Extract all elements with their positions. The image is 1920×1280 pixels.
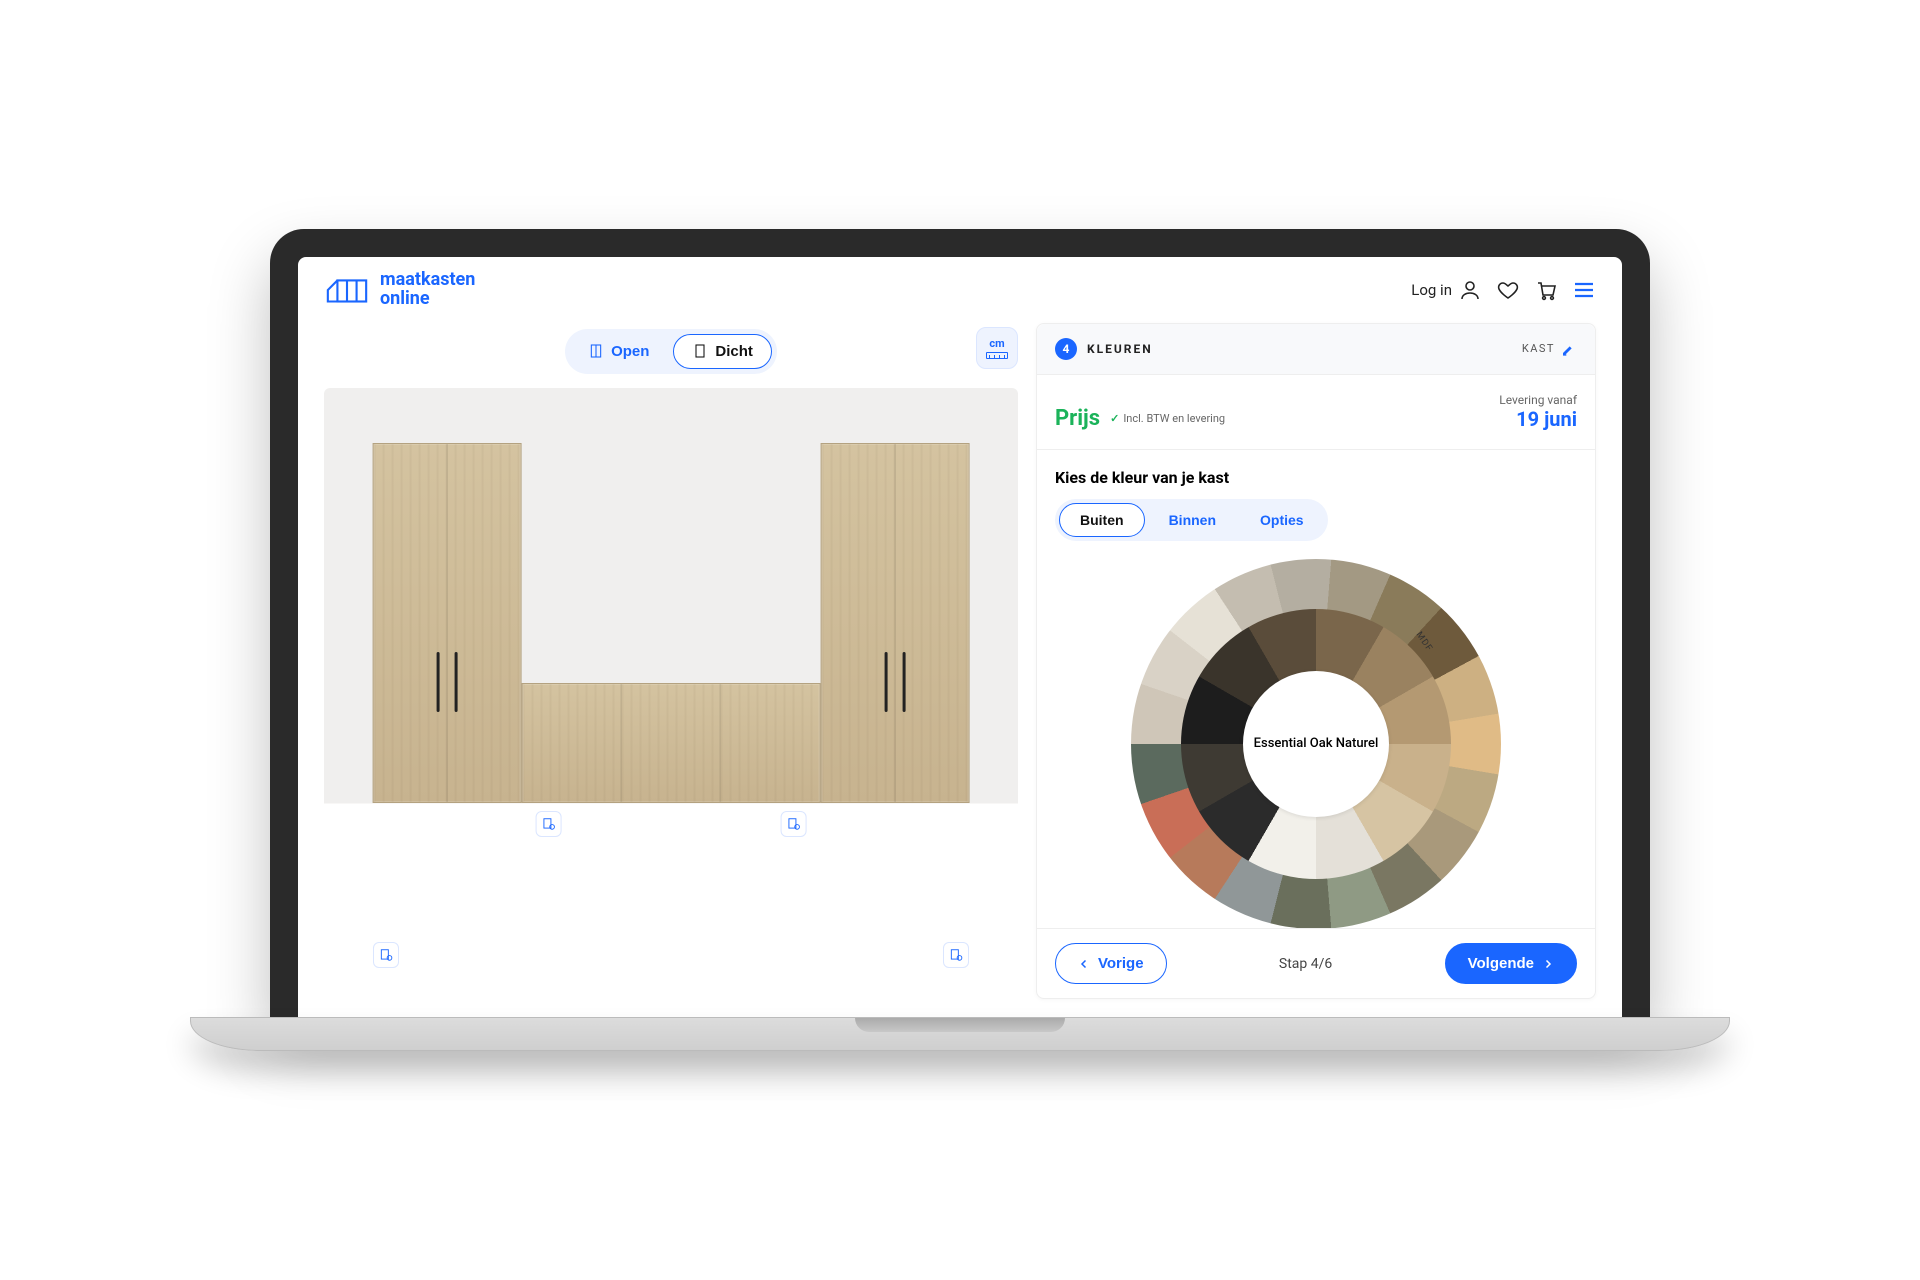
view-open-label: Open [611, 343, 649, 360]
prev-button[interactable]: Vorige [1055, 943, 1167, 984]
viewer-toolbar: Open Dicht cm [324, 323, 1018, 388]
sidebar-header: 4 KLEUREN KAST [1037, 324, 1595, 375]
color-subtabs: Buiten Binnen Opties [1055, 499, 1328, 541]
wardrobe-right-tower [820, 443, 969, 803]
door-closed-icon [692, 343, 708, 359]
note-icon [949, 948, 963, 962]
next-label: Volgende [1468, 955, 1534, 972]
wardrobe-model [373, 443, 970, 803]
viewer-panel: Open Dicht cm [324, 323, 1018, 999]
chevron-right-icon [1542, 958, 1554, 970]
step-label: KLEUREN [1087, 342, 1153, 356]
cart-button[interactable] [1534, 278, 1558, 302]
edit-kast-label: KAST [1522, 342, 1555, 355]
view-closed-button[interactable]: Dicht [673, 334, 772, 369]
sidebar-footer: Vorige Stap 4/6 Volgende [1037, 928, 1595, 998]
body-title: Kies de kleur van je kast [1055, 468, 1577, 487]
opening-note-top-left[interactable] [536, 811, 562, 837]
delivery-date: 19 juni [1499, 407, 1577, 431]
heart-icon [1496, 278, 1520, 302]
step-number-badge: 4 [1055, 338, 1077, 360]
content-area: Open Dicht cm [298, 323, 1622, 1017]
price-delivery-row: Prijs ✓ Incl. BTW en levering Levering v… [1037, 375, 1595, 450]
price-meta: ✓ Incl. BTW en levering [1110, 412, 1225, 425]
menu-button[interactable] [1572, 278, 1596, 302]
ruler-icon [986, 352, 1008, 359]
floor-note-left[interactable] [373, 942, 399, 968]
brand-logo[interactable]: maatkasten online [324, 271, 475, 309]
view-toggle-group: Open Dicht [565, 329, 777, 374]
subtab-outside[interactable]: Buiten [1059, 503, 1145, 537]
view-closed-label: Dicht [715, 343, 753, 360]
price-label: Prijs [1055, 406, 1100, 431]
color-wheel[interactable]: Essential Oak Naturel MDF [1131, 559, 1501, 928]
measurements-button[interactable]: cm [976, 327, 1018, 369]
note-icon [379, 948, 393, 962]
app-screen: maatkasten online Log in [298, 257, 1622, 1017]
sidebar-body: Kies de kleur van je kast Buiten Binnen … [1037, 450, 1595, 928]
note-icon [542, 817, 556, 831]
check-icon: ✓ [1110, 412, 1119, 425]
login-button[interactable]: Log in [1411, 278, 1482, 302]
edit-kast-button[interactable]: KAST [1522, 341, 1577, 357]
door-open-icon [588, 343, 604, 359]
cart-icon [1534, 278, 1558, 302]
prev-label: Vorige [1098, 955, 1144, 972]
mdf-label: MDF [1414, 630, 1434, 654]
wardrobe-canvas[interactable] [324, 388, 1018, 999]
laptop-frame: maatkasten online Log in [270, 229, 1650, 1051]
hamburger-icon [1572, 278, 1596, 302]
delivery-label: Levering vanaf [1499, 393, 1577, 407]
login-label: Log in [1411, 281, 1452, 299]
note-icon [786, 817, 800, 831]
wishlist-button[interactable] [1496, 278, 1520, 302]
user-icon [1458, 278, 1482, 302]
opening-note-top-right[interactable] [780, 811, 806, 837]
next-button[interactable]: Volgende [1445, 943, 1577, 984]
wardrobe-bridge [522, 683, 820, 803]
delivery-block: Levering vanaf 19 juni [1499, 393, 1577, 431]
logo-icon [324, 274, 370, 306]
selected-color-name: Essential Oak Naturel [1243, 671, 1389, 817]
subtab-inside[interactable]: Binnen [1149, 503, 1236, 537]
app-header: maatkasten online Log in [298, 257, 1622, 323]
subtab-options[interactable]: Opties [1240, 503, 1324, 537]
configurator-sidebar: 4 KLEUREN KAST Prijs ✓ [1036, 323, 1596, 999]
pencil-icon [1561, 341, 1577, 357]
step-indicator: Stap 4/6 [1279, 956, 1332, 972]
color-wheel-container: Essential Oak Naturel MDF [1055, 559, 1577, 928]
brand-line2: online [380, 290, 475, 309]
laptop-bezel: maatkasten online Log in [270, 229, 1650, 1017]
wardrobe-left-tower [373, 443, 522, 803]
laptop-base [190, 1017, 1730, 1051]
chevron-left-icon [1078, 958, 1090, 970]
view-open-button[interactable]: Open [570, 334, 667, 369]
floor-note-right[interactable] [943, 942, 969, 968]
measure-unit-label: cm [989, 337, 1004, 350]
